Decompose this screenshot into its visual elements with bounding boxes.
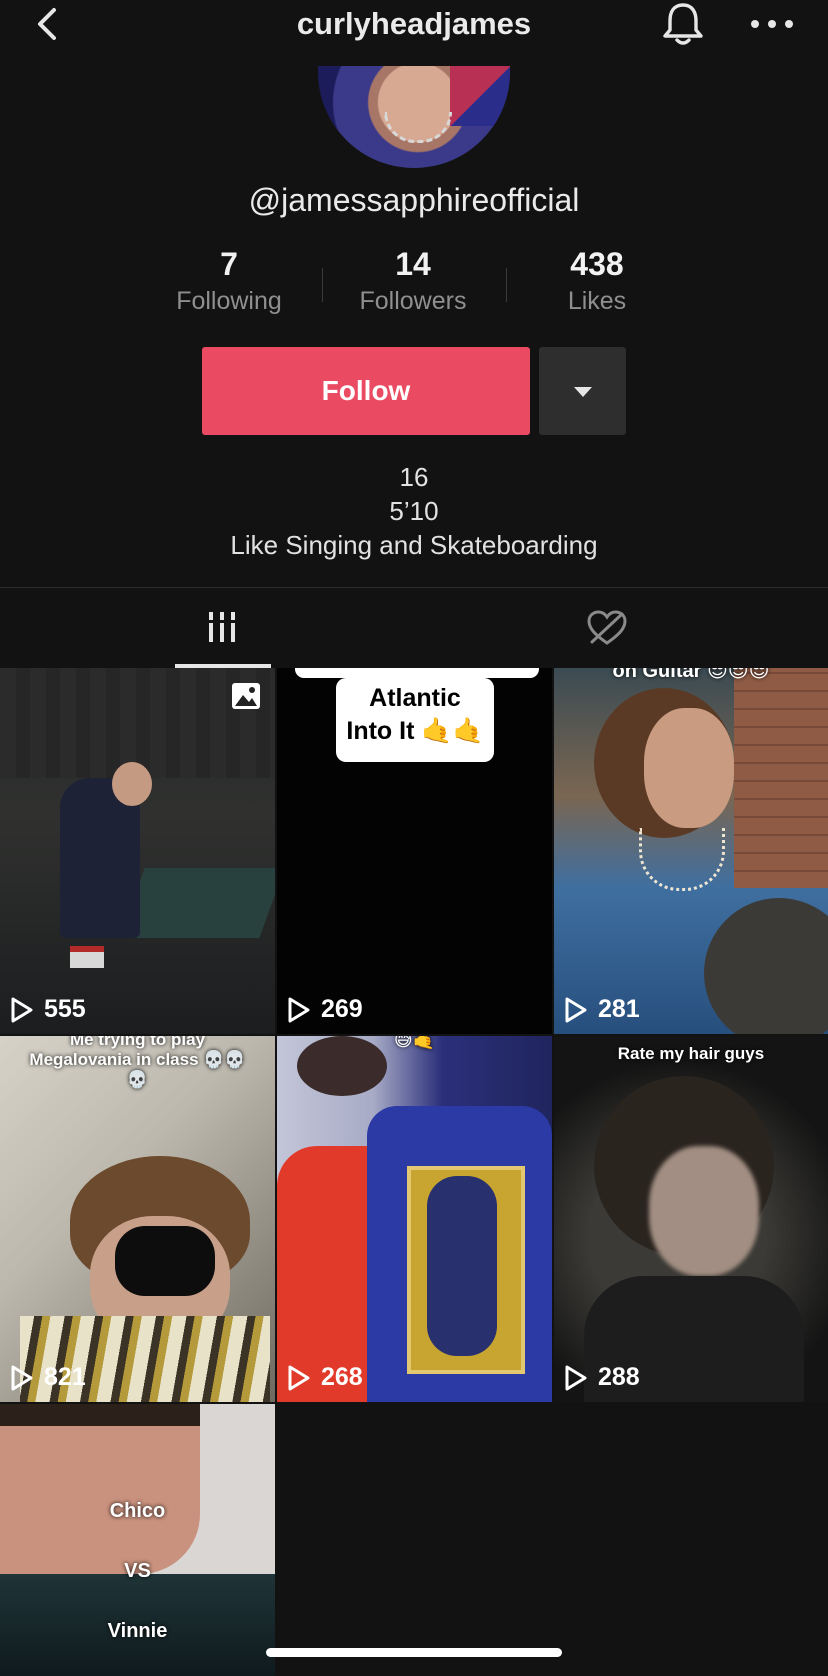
view-count-value: 281	[598, 995, 640, 1023]
view-count: 268	[287, 1363, 363, 1392]
bio-line: 5’10	[389, 496, 439, 526]
top-bar: curlyheadjames	[0, 0, 828, 66]
play-icon	[565, 1365, 587, 1390]
stat-following-label: Following	[176, 287, 282, 315]
follow-button[interactable]: Follow	[202, 347, 530, 435]
caption-sticker	[295, 668, 539, 678]
video-thumbnail[interactable]: on Guitar 😎😎😎 281	[554, 668, 828, 1034]
view-count: 821	[10, 1363, 86, 1392]
bio-line: 16	[399, 462, 429, 492]
grid-icon	[207, 612, 237, 642]
caption-line: Atlantic	[369, 684, 461, 712]
view-count-value: 555	[44, 995, 86, 1023]
face-graphic	[112, 762, 152, 806]
profile-stats: 7 Following 14 Followers 438 Likes	[0, 246, 828, 326]
stat-following-value: 7	[220, 246, 238, 282]
view-count-value: 268	[321, 1363, 363, 1391]
caption-line: 💀	[126, 1070, 149, 1089]
video-thumbnail[interactable]: Chico VS Vinnie	[0, 1404, 275, 1676]
caption-line: Me trying to play	[69, 1036, 206, 1049]
video-caption: on Guitar 😎😎😎	[612, 668, 770, 682]
play-icon	[288, 1365, 310, 1390]
tab-liked[interactable]	[414, 588, 828, 668]
home-indicator[interactable]	[266, 1648, 562, 1657]
play-icon	[565, 997, 587, 1022]
view-count: 288	[564, 1363, 640, 1392]
face-graphic	[649, 1146, 759, 1276]
caption-sticker: Atlantic Into It 🤙🤙	[336, 678, 494, 762]
video-caption: 😅🤙	[393, 1036, 436, 1050]
stat-likes[interactable]: 438 Likes	[507, 246, 687, 316]
bio-line: Like Singing and Skateboarding	[230, 530, 598, 560]
video-thumbnail[interactable]: 😅🤙 268	[277, 1036, 552, 1402]
face-mask-graphic	[115, 1226, 215, 1296]
stat-likes-value: 438	[570, 246, 624, 282]
more-horizontal-icon[interactable]	[748, 14, 796, 34]
tab-videos[interactable]	[0, 588, 414, 668]
face-graphic	[644, 708, 734, 828]
video-caption: Rate my hair guys	[617, 1044, 765, 1063]
video-caption: VS	[124, 1560, 151, 1582]
face-graphic	[0, 1404, 200, 1574]
stat-followers-label: Followers	[359, 287, 467, 315]
view-count-value: 269	[321, 995, 363, 1023]
view-count: 269	[287, 995, 363, 1024]
view-count: 555	[10, 995, 86, 1024]
stat-followers[interactable]: 14 Followers	[323, 246, 503, 316]
guitar-graphic	[704, 898, 828, 1034]
stat-likes-label: Likes	[567, 287, 627, 315]
video-thumbnail[interactable]: Rate my hair guys 288	[554, 1036, 828, 1402]
avatar-flag-graphic	[450, 66, 510, 126]
necklace-graphic	[639, 828, 725, 891]
suggested-accounts-button[interactable]	[539, 347, 626, 435]
hair-graphic	[0, 1404, 200, 1426]
caret-down-icon	[574, 387, 592, 397]
video-caption: Vinnie	[107, 1620, 168, 1642]
video-caption: Me trying to play Megalovania in class 💀…	[0, 1036, 275, 1090]
avatar-chain-graphic	[384, 112, 452, 143]
video-thumbnail[interactable]: Atlantic Into It 🤙🤙 269	[277, 668, 552, 1034]
caption-line: Megalovania in class 💀💀	[29, 1050, 246, 1069]
play-icon	[11, 1365, 33, 1390]
brick-wall-graphic	[734, 668, 828, 888]
video-thumbnail[interactable]: Me trying to play Megalovania in class 💀…	[0, 1036, 275, 1402]
video-caption: Chico	[109, 1500, 166, 1522]
tarot-figure-graphic	[427, 1176, 497, 1356]
view-count: 281	[564, 995, 640, 1024]
bell-icon[interactable]	[660, 0, 706, 48]
view-count-value: 288	[598, 1363, 640, 1391]
play-icon	[11, 997, 33, 1022]
photo-icon	[232, 683, 260, 709]
video-grid: 555 Atlantic Into It 🤙🤙 269 on Guitar 😎😎…	[0, 668, 828, 1676]
profile-tabs	[0, 587, 828, 668]
view-count-value: 821	[44, 1363, 86, 1391]
profile-bio: 16 5’10 Like Singing and Skateboarding	[0, 460, 828, 562]
video-thumbnail[interactable]: 555	[0, 668, 275, 1034]
sneaker-graphic	[70, 946, 104, 968]
stat-followers-value: 14	[395, 246, 431, 282]
profile-handle: @jamessapphireofficial	[248, 182, 580, 218]
caption-line: Into It 🤙🤙	[346, 717, 484, 745]
stat-following[interactable]: 7 Following	[139, 246, 319, 316]
bench-graphic	[119, 868, 275, 938]
play-icon	[288, 997, 310, 1022]
liked-hidden-icon	[587, 610, 627, 645]
